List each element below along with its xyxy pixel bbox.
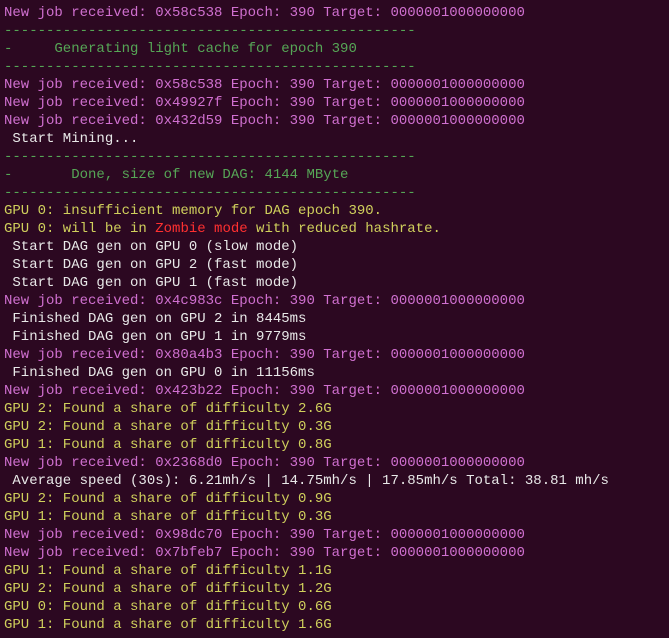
log-line: New job received: 0x423b22 Epoch: 390 Ta… [4,382,665,400]
log-line: Start DAG gen on GPU 2 (fast mode) [4,256,665,274]
log-line: New job received: 0x80a4b3 Epoch: 390 Ta… [4,346,665,364]
log-line: Start DAG gen on GPU 0 (slow mode) [4,238,665,256]
log-line: ----------------------------------------… [4,22,665,40]
terminal-output: New job received: 0x58c538 Epoch: 390 Ta… [4,4,665,634]
log-line: New job received: 0x58c538 Epoch: 390 Ta… [4,76,665,94]
log-line: GPU 2: Found a share of difficulty 0.3G [4,418,665,436]
log-line: GPU 1: Found a share of difficulty 0.3G [4,508,665,526]
log-line: New job received: 0x4c983c Epoch: 390 Ta… [4,292,665,310]
log-line: Average speed (30s): 6.21mh/s | 14.75mh/… [4,472,665,490]
log-line: Finished DAG gen on GPU 2 in 8445ms [4,310,665,328]
log-line: New job received: 0x2368d0 Epoch: 390 Ta… [4,454,665,472]
log-line: New job received: 0x432d59 Epoch: 390 Ta… [4,112,665,130]
log-line: Start DAG gen on GPU 1 (fast mode) [4,274,665,292]
log-line: ----------------------------------------… [4,148,665,166]
log-line: GPU 1: Found a share of difficulty 1.1G [4,562,665,580]
log-line: New job received: 0x7bfeb7 Epoch: 390 Ta… [4,544,665,562]
log-line: GPU 0: will be in Zombie mode with reduc… [4,220,665,238]
log-line: GPU 2: Found a share of difficulty 2.6G [4,400,665,418]
log-line: GPU 2: Found a share of difficulty 0.9G [4,490,665,508]
log-line: Finished DAG gen on GPU 1 in 9779ms [4,328,665,346]
log-line: GPU 0: insufficient memory for DAG epoch… [4,202,665,220]
log-line: ----------------------------------------… [4,184,665,202]
log-line: Finished DAG gen on GPU 0 in 11156ms [4,364,665,382]
log-line: New job received: 0x98dc70 Epoch: 390 Ta… [4,526,665,544]
log-line: New job received: 0x49927f Epoch: 390 Ta… [4,94,665,112]
log-line: ----------------------------------------… [4,58,665,76]
log-line: GPU 2: Found a share of difficulty 1.2G [4,580,665,598]
log-line: New job received: 0x58c538 Epoch: 390 Ta… [4,4,665,22]
log-line: - Done, size of new DAG: 4144 MByte [4,166,665,184]
log-line: Start Mining... [4,130,665,148]
log-line: GPU 1: Found a share of difficulty 1.6G [4,616,665,634]
log-line: GPU 1: Found a share of difficulty 0.8G [4,436,665,454]
log-line: - Generating light cache for epoch 390 [4,40,665,58]
log-line: GPU 0: Found a share of difficulty 0.6G [4,598,665,616]
